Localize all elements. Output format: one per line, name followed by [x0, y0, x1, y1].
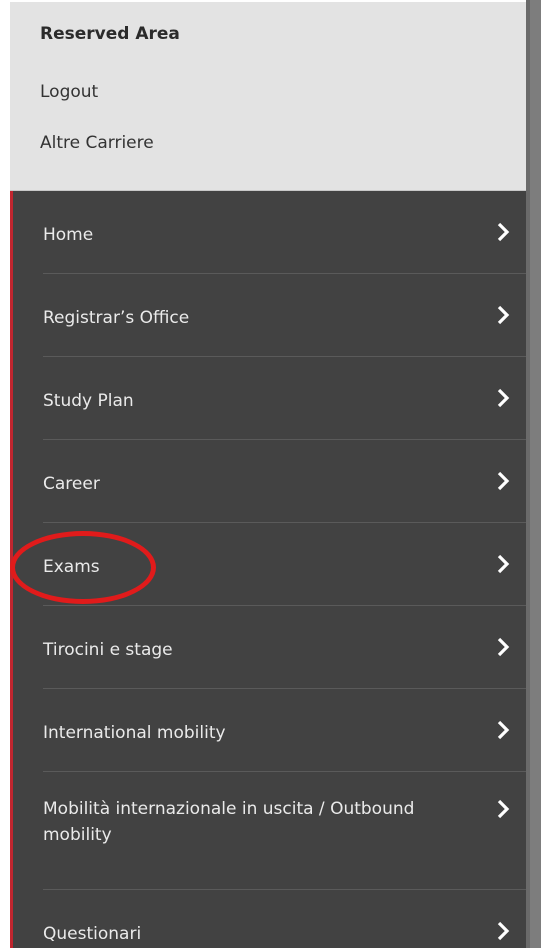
chevron-right-icon	[497, 388, 510, 408]
menu-item-study-plan[interactable]: Study Plan	[43, 357, 526, 440]
menu-item-label: Mobilità internazionale in uscita / Outb…	[43, 799, 415, 845]
reserved-area-title: Reserved Area	[40, 24, 180, 44]
menu-item-registrars-office[interactable]: Registrar’s Office	[43, 274, 526, 357]
chevron-right-icon	[497, 799, 510, 819]
chevron-right-icon	[497, 921, 510, 941]
menu-item-label: Tirocini e stage	[43, 640, 173, 660]
menu-item-label: International mobility	[43, 723, 226, 743]
chevron-right-icon	[497, 222, 510, 242]
altre-carriere-link[interactable]: Altre Carriere	[40, 133, 154, 153]
menu-item-career[interactable]: Career	[43, 440, 526, 523]
chevron-right-icon	[497, 720, 510, 740]
page: Reserved Area Logout Altre Carriere Home…	[0, 0, 541, 948]
menu-item-questionari[interactable]: Questionari	[43, 890, 526, 948]
menu-item-tirocini-e-stage[interactable]: Tirocini e stage	[43, 606, 526, 689]
left-edge	[0, 0, 10, 948]
main-menu: Home Registrar’s Office Study Plan Caree…	[10, 191, 526, 948]
menu-item-label: Home	[43, 225, 94, 245]
menu-item-label: Exams	[43, 557, 100, 577]
menu-item-outbound-mobility[interactable]: Mobilità internazionale in uscita / Outb…	[43, 772, 526, 890]
scrollbar-thumb[interactable]	[530, 0, 541, 948]
chevron-right-icon	[497, 637, 510, 657]
logout-link[interactable]: Logout	[40, 82, 98, 102]
menu-item-international-mobility[interactable]: International mobility	[43, 689, 526, 772]
chevron-right-icon	[497, 471, 510, 491]
side-menu-panel: Reserved Area Logout Altre Carriere Home…	[10, 2, 526, 948]
menu-item-label: Career	[43, 474, 100, 494]
menu-item-home[interactable]: Home	[43, 191, 526, 274]
chevron-right-icon	[497, 554, 510, 574]
menu-item-label: Questionari	[43, 924, 142, 944]
reserved-area: Reserved Area Logout Altre Carriere	[10, 2, 526, 191]
menu-item-exams[interactable]: Exams	[43, 523, 526, 606]
chevron-right-icon	[497, 305, 510, 325]
menu-item-label: Study Plan	[43, 391, 134, 411]
menu-item-label: Registrar’s Office	[43, 308, 190, 328]
